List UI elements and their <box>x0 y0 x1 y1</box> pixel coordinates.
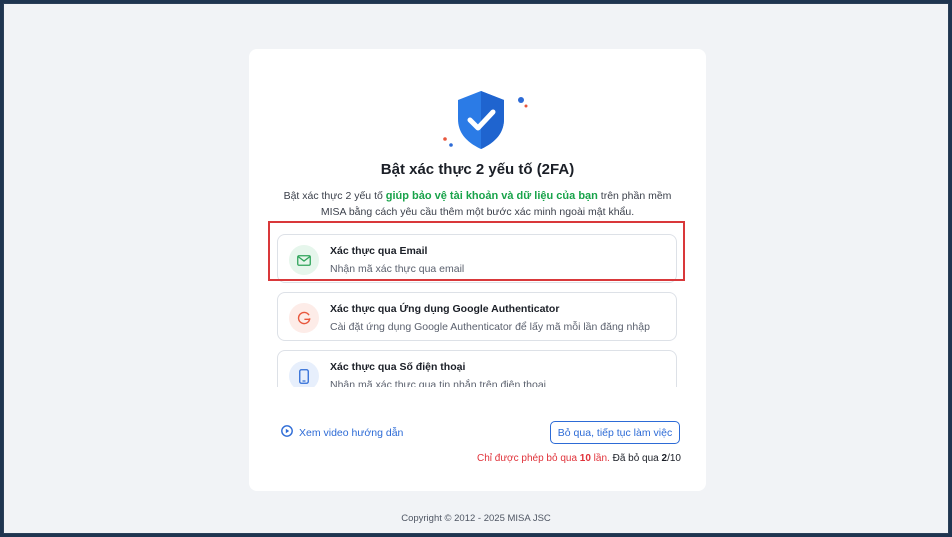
description-text: Bật xác thực 2 yếu tố <box>283 190 386 202</box>
video-guide-label: Xem video hướng dẫn <box>299 426 404 439</box>
option-google-authenticator[interactable]: Xác thực qua Ứng dụng Google Authenticat… <box>277 292 677 341</box>
skip-button[interactable]: Bỏ qua, tiếp tục làm việc <box>550 421 680 444</box>
play-circle-icon <box>281 425 293 440</box>
option-title: Xác thực qua Email <box>330 245 428 257</box>
verification-options: Xác thực qua Email Nhận mã xác thực qua … <box>277 232 679 387</box>
option-phone[interactable]: Xác thực qua Số điện thoại Nhận mã xác t… <box>277 350 677 387</box>
option-email[interactable]: Xác thực qua Email Nhận mã xác thực qua … <box>277 234 677 283</box>
description-highlight: giúp bảo vệ tài khoản và dữ liệu của bạn <box>385 190 598 202</box>
skip-count-suffix: /10 <box>667 453 681 464</box>
twofa-card: Bật xác thực 2 yếu tố (2FA) Bật xác thực… <box>249 49 706 491</box>
skip-limit-suffix: lần. <box>590 453 610 464</box>
skip-limit-note: Chỉ được phép bỏ qua 10 lần. Đã bỏ qua 2… <box>477 453 681 464</box>
description: Bật xác thực 2 yếu tố giúp bảo vệ tài kh… <box>279 188 676 220</box>
skip-limit-prefix: Chỉ được phép bỏ qua <box>477 453 580 464</box>
video-guide-link[interactable]: Xem video hướng dẫn <box>281 425 403 440</box>
copyright: Copyright © 2012 - 2025 MISA JSC <box>401 513 551 524</box>
skip-count-prefix: Đã bỏ qua <box>609 453 662 464</box>
skip-limit-value: 10 <box>579 453 591 464</box>
option-subtitle: Nhận mã xác thực qua email <box>330 263 465 275</box>
google-icon <box>289 303 319 333</box>
option-subtitle: Cài đặt ứng dụng Google Authenticator để… <box>330 321 650 333</box>
mail-icon <box>289 245 319 275</box>
option-title: Xác thực qua Ứng dụng Google Authenticat… <box>330 303 560 315</box>
page-title: Bật xác thực 2 yếu tố (2FA) <box>380 161 575 178</box>
app-frame: Bật xác thực 2 yếu tố (2FA) Bật xác thực… <box>3 3 949 534</box>
phone-icon <box>289 361 319 387</box>
option-subtitle: Nhận mã xác thực qua tin nhắn trên điện … <box>330 379 546 387</box>
option-title: Xác thực qua Số điện thoại <box>330 361 466 373</box>
shield-check-icon <box>439 87 529 157</box>
